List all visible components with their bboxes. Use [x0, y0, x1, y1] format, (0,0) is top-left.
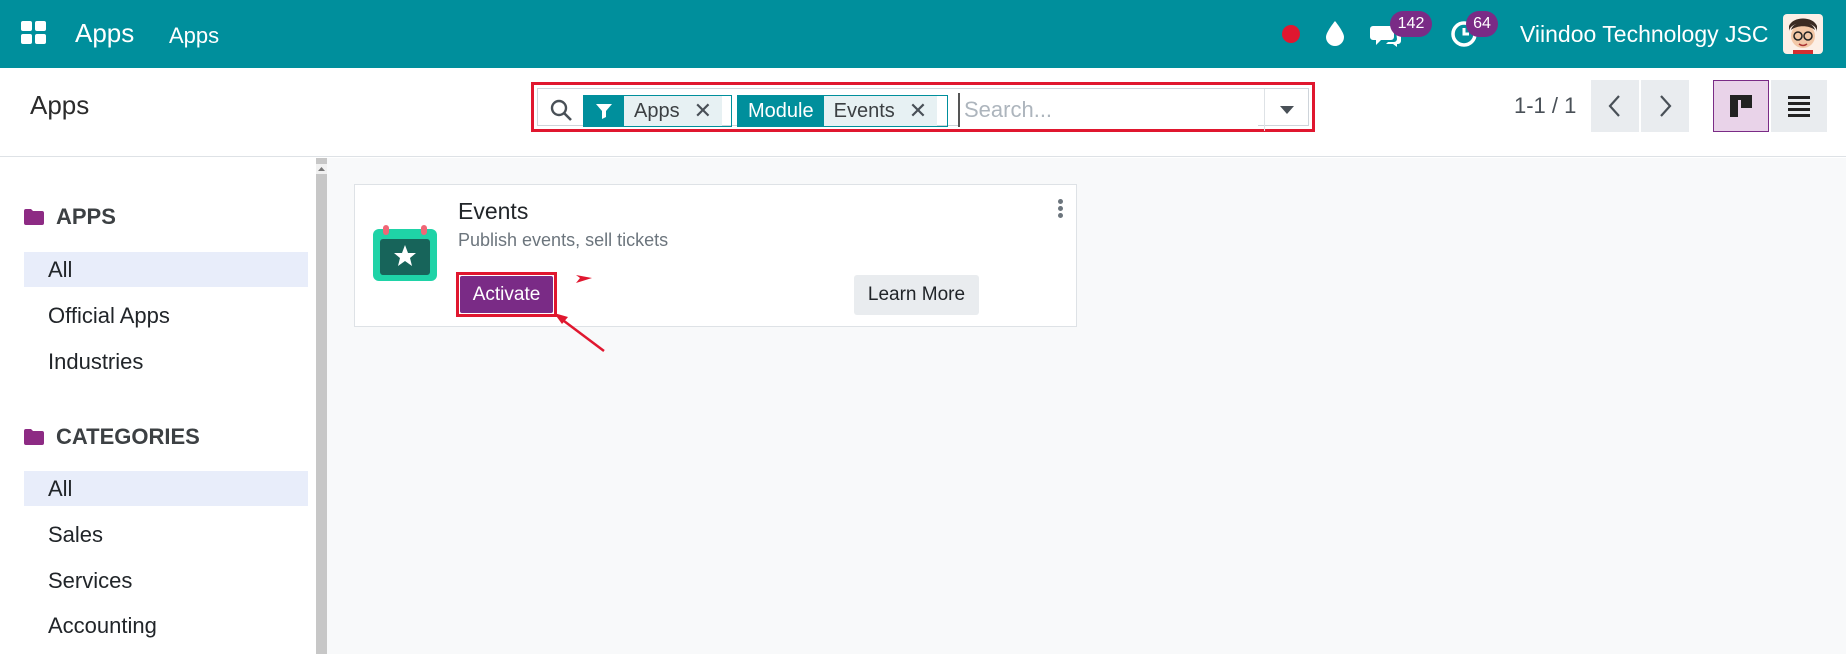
sidebar-item-all-categories[interactable]: All — [24, 471, 308, 506]
module-facet-value: Events ✕ — [823, 96, 938, 126]
folder-icon — [24, 209, 44, 225]
list-icon — [1788, 96, 1810, 117]
sidebar-section-title: APPS — [56, 204, 116, 229]
sidebar-item-industries[interactable]: Industries — [24, 344, 308, 379]
search-options-toggle[interactable] — [1264, 89, 1308, 131]
activate-button[interactable]: Activate — [460, 276, 553, 313]
learn-more-button[interactable]: Learn More — [854, 275, 979, 315]
pager-next-button[interactable] — [1641, 80, 1689, 132]
app-card-title: Events — [458, 198, 529, 224]
app-card-events[interactable]: Events Publish events, sell tickets Acti… — [354, 184, 1077, 327]
filter-facet-label — [584, 96, 624, 126]
drop-icon[interactable] — [1324, 20, 1346, 46]
pager-value[interactable]: 1-1 / 1 — [1514, 93, 1576, 119]
record-icon[interactable] — [1282, 25, 1300, 43]
sidebar-section-apps: APPS — [24, 204, 116, 230]
remove-facet-icon[interactable]: ✕ — [909, 96, 927, 126]
search-panel-sidebar: APPS All Official Apps Industries CATEGO… — [0, 158, 316, 654]
search-input[interactable] — [958, 93, 1258, 127]
module-facet-label: Module — [738, 96, 824, 126]
pager-previous-button[interactable] — [1591, 80, 1639, 132]
company-switcher[interactable]: Viindoo Technology JSC — [1520, 21, 1769, 48]
kanban-view-button[interactable] — [1713, 80, 1769, 132]
navbar-brand[interactable]: Apps — [75, 18, 134, 49]
control-panel: Apps Apps ✕ Module Events ✕ Search... 1-… — [0, 68, 1846, 157]
remove-facet-icon[interactable]: ✕ — [694, 96, 712, 126]
filter-icon — [596, 104, 612, 119]
kanban-icon — [1730, 95, 1752, 117]
search-icon[interactable] — [549, 98, 573, 122]
sidebar-scrollbar[interactable] — [316, 158, 327, 654]
filter-facet: Apps ✕ — [583, 95, 732, 127]
card-menu-kebab-icon[interactable] — [1058, 199, 1063, 219]
sidebar-item-accounting[interactable]: Accounting — [24, 608, 308, 643]
navbar-menu-apps[interactable]: Apps — [169, 23, 219, 49]
top-navbar: Apps Apps 142 64 Viindoo Technology JSC — [0, 0, 1846, 68]
sidebar-item-official-apps[interactable]: Official Apps — [24, 298, 308, 333]
scroll-up-arrow-icon[interactable] — [316, 164, 327, 174]
user-avatar[interactable] — [1783, 14, 1823, 54]
facet-value-text: Apps — [634, 100, 680, 122]
events-app-icon — [373, 225, 437, 281]
module-facet: Module Events ✕ — [737, 95, 948, 127]
search-bar: Apps ✕ Module Events ✕ — [537, 88, 1309, 131]
messages-count-badge: 142 — [1390, 11, 1432, 37]
activate-highlight-box: Activate — [456, 272, 557, 317]
chevron-left-icon — [1608, 95, 1620, 117]
sidebar-item-services[interactable]: Services — [24, 563, 308, 598]
folder-icon — [24, 429, 44, 445]
caret-down-icon — [1280, 106, 1294, 114]
activities-count-badge: 64 — [1466, 11, 1498, 37]
facet-value-text: Events — [833, 100, 895, 122]
chevron-right-icon — [1660, 95, 1672, 117]
sidebar-item-all-apps[interactable]: All — [24, 252, 308, 287]
sidebar-item-sales[interactable]: Sales — [24, 517, 308, 552]
app-card-description: Publish events, sell tickets — [458, 230, 669, 250]
list-view-button[interactable] — [1771, 80, 1827, 132]
page-title: Apps — [30, 90, 90, 120]
search-highlight-box: Apps ✕ Module Events ✕ — [531, 82, 1315, 132]
apps-menu-icon[interactable] — [21, 21, 47, 45]
sidebar-section-title: CATEGORIES — [56, 424, 200, 449]
sidebar-section-categories: CATEGORIES — [24, 424, 200, 450]
filter-facet-value: Apps ✕ — [624, 96, 723, 126]
